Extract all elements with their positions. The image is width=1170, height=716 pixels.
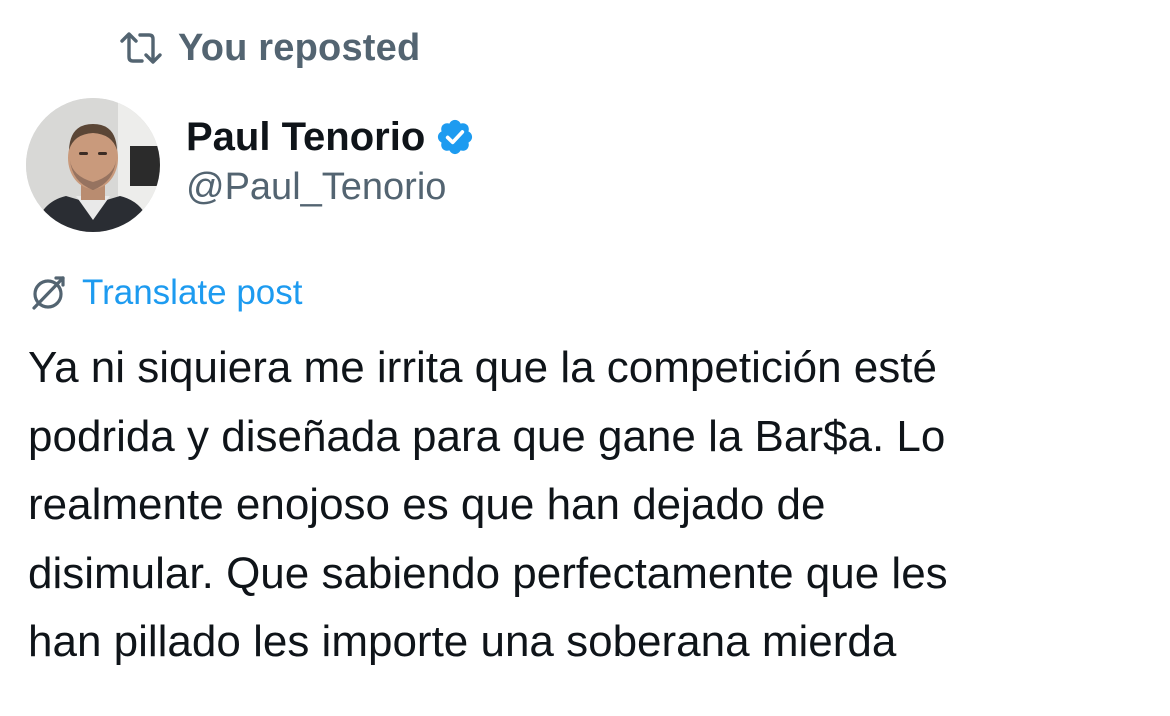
post-text-line: disimular. Que sabiendo perfectamente qu… <box>28 548 948 598</box>
avatar[interactable] <box>26 98 160 232</box>
translate-post-label[interactable]: Translate post <box>82 273 302 313</box>
verified-badge-icon[interactable] <box>435 117 475 157</box>
translate-icon <box>28 273 68 313</box>
repost-context[interactable]: You reposted <box>118 22 420 74</box>
post-text-line: han pillado les importe una soberana mie… <box>28 617 897 666</box>
post-text-line: podrida y diseñada para que gane la Bar$… <box>28 411 946 461</box>
repost-label: You reposted <box>178 26 421 69</box>
author-name-row[interactable]: Paul Tenorio <box>186 112 475 162</box>
author-handle[interactable]: @Paul_Tenorio <box>186 166 446 209</box>
post-text-line: Ya ni siquiera me irrita que la competic… <box>28 343 937 392</box>
post-text-line: realmente enojoso es que han dejado de <box>28 480 826 529</box>
repost-icon <box>118 28 164 68</box>
author-display-name[interactable]: Paul Tenorio <box>186 115 425 160</box>
translate-post-link[interactable]: Translate post <box>28 268 302 318</box>
post-text: Ya ni siquiera me irrita que la competic… <box>28 334 1148 677</box>
